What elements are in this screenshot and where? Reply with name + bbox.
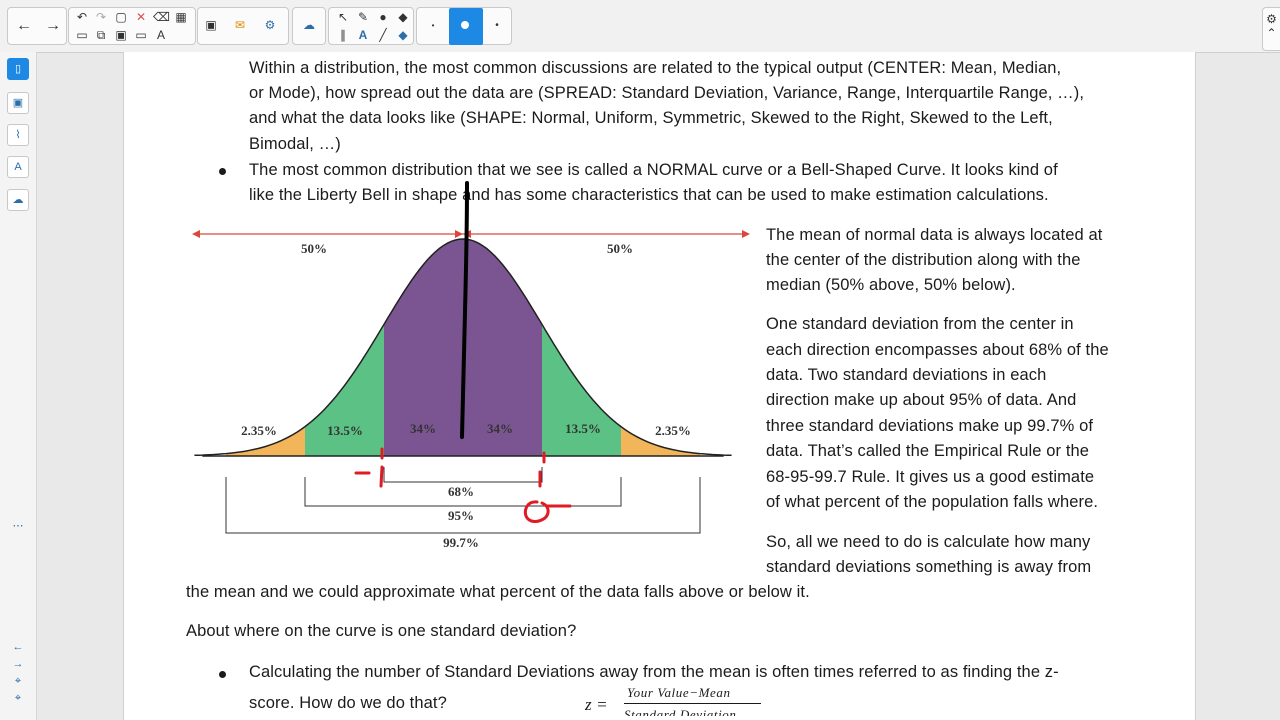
screen-capture-icon[interactable]: ▣ [203,18,219,33]
chevron-icon: ⌃ [1266,26,1277,40]
text-icon[interactable]: A [355,28,371,43]
back-arrow-icon[interactable]: ← [16,18,32,34]
gallery-icon[interactable]: ☁ [301,18,317,33]
ink-red-mark-right-tick [538,451,546,488]
ink-red-mark-left-tick [379,447,384,488]
line-icon[interactable]: ╱ [375,28,391,43]
shape-icon[interactable]: ● [375,10,391,25]
page-sorter-icon[interactable]: ▯ [7,58,29,80]
ink-mean-line [460,181,469,439]
nav-group: ← → [7,7,67,45]
ink-red-sigma [523,500,572,523]
gallery-tab-icon[interactable]: ▣ [7,92,29,114]
table-icon[interactable]: ▦ [173,10,189,25]
forward-arrow-icon[interactable]: → [45,18,61,34]
pen-icon[interactable]: ✎ [355,10,371,25]
response-icon[interactable]: ✉ [232,18,248,33]
redo-icon[interactable]: ↷ [93,10,109,25]
eraser-icon[interactable]: ◆ [395,28,411,43]
select-icon[interactable]: ↖ [335,10,351,25]
ink-layer [354,181,572,523]
draw-group: ↖ ✎ ● ◆ ∥ A ╱ ◆ [328,7,414,45]
gallery-group: ☁ [292,7,326,45]
lines-icon[interactable]: ∥ [335,28,351,43]
tools-group: ▣ ✉ ⚙ [197,7,289,45]
gear-icon: ⚙ [1266,12,1277,26]
addons-tab-icon[interactable]: ☁ [7,189,29,211]
settings-toggle[interactable]: ⚙ ⌃ [1262,7,1280,51]
new-page-icon[interactable]: ▢ [113,10,129,25]
page-icon[interactable]: ▭ [74,28,90,43]
pen-size-large-icon[interactable]: • [489,18,505,33]
move-left-icon[interactable]: ← [12,641,24,653]
attachments-icon[interactable]: ⌇ [7,124,29,146]
move-right-icon[interactable]: → [12,658,24,670]
pin-icon[interactable]: ⌖ [12,675,24,687]
pen-dot-icon [461,21,469,29]
edit-group: ↶ ↷ ▢ ✕ ⌫ ▦ ▭ ⧉ ▣ ▭ A [68,7,196,45]
fill-icon[interactable]: ◆ [395,10,411,25]
notebook-page: Within a distribution, the most common d… [123,52,1196,720]
pen-size-medium-button[interactable] [449,8,483,45]
text-format-icon[interactable]: A [153,28,169,43]
properties-icon[interactable]: A [7,156,29,178]
duplicate-icon[interactable]: ⧉ [93,28,109,43]
undo-icon[interactable]: ↶ [74,10,90,25]
clear-icon[interactable]: ⌫ [153,10,170,25]
screen-icon[interactable]: ▭ [133,28,149,43]
delete-icon[interactable]: ✕ [133,10,149,25]
more-icon[interactable]: ⋯ [12,520,24,532]
hide-icon[interactable]: ⌖ [12,692,24,704]
save-icon[interactable]: ▣ [113,28,129,43]
addons-icon[interactable]: ⚙ [262,18,278,33]
toolbar: ← → ↶ ↷ ▢ ✕ ⌫ ▦ ▭ ⧉ ▣ ▭ A ▣ ✉ ⚙ ☁ ↖ ✎ ● … [0,0,1280,53]
pen-size-small-icon[interactable]: • [425,18,441,33]
sidebar: ▯ ▣ ⌇ A ☁ ⋯ ← → ⌖ ⌖ [0,52,37,720]
